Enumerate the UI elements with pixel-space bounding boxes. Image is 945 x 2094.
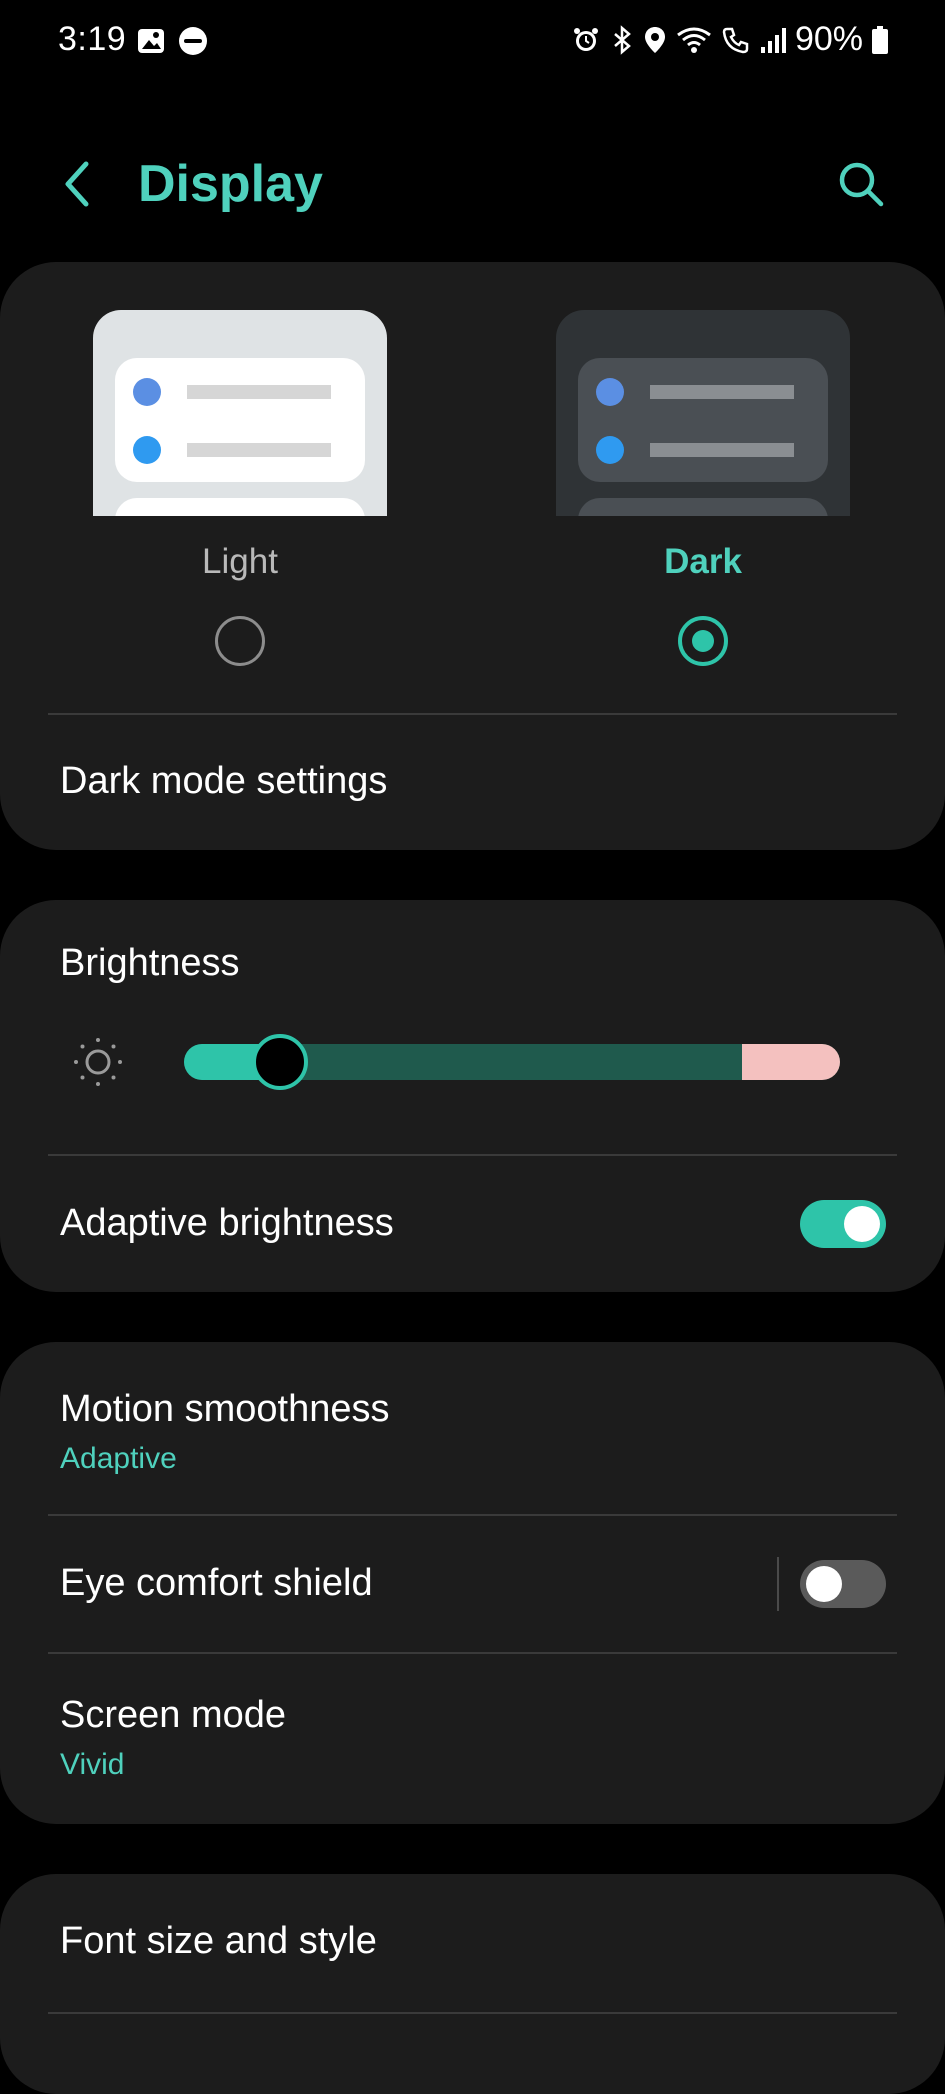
theme-label-light: Light: [202, 542, 278, 581]
alarm-icon: [573, 27, 598, 51]
preview-dot: [596, 436, 624, 464]
dark-mode-settings-row[interactable]: Dark mode settings: [0, 714, 945, 850]
brightness-slider-extra-segment: [742, 1044, 840, 1080]
brightness-title: Brightness: [60, 942, 240, 984]
font-card: Font size and style: [0, 1874, 945, 2094]
app-header: Display: [0, 140, 945, 230]
location-icon: [644, 26, 665, 53]
dark-theme-preview: [556, 310, 850, 516]
eye-comfort-shield-label: Eye comfort shield: [60, 1562, 373, 1604]
motion-smoothness-label: Motion smoothness: [60, 1388, 390, 1430]
eye-comfort-shield-row[interactable]: Eye comfort shield: [0, 1516, 945, 1652]
light-theme-preview: [93, 310, 387, 516]
radio-light[interactable]: [215, 616, 265, 666]
preview-bar: [650, 385, 794, 399]
signal-icon: [760, 27, 786, 53]
font-size-style-label: Font size and style: [60, 1920, 377, 1962]
theme-option-light[interactable]: Light: [93, 310, 387, 670]
preview-list-card: [115, 358, 365, 482]
adaptive-brightness-row[interactable]: Adaptive brightness: [0, 1156, 945, 1292]
vertical-separator: [777, 1557, 779, 1611]
chevron-left-icon: [65, 161, 89, 207]
brightness-slider[interactable]: [184, 1034, 840, 1090]
screen-mode-label: Screen mode: [60, 1694, 287, 1736]
font-size-style-row[interactable]: Font size and style: [0, 1874, 945, 2012]
status-left-icons: [136, 26, 210, 60]
dark-mode-settings-label: Dark mode settings: [60, 760, 388, 802]
wifi-icon: [677, 27, 711, 53]
battery-icon: [872, 25, 888, 54]
status-bar: 3:19 90%: [0, 0, 945, 84]
motion-smoothness-row[interactable]: Motion smoothness Adaptive: [0, 1342, 945, 1514]
radio-dark[interactable]: [678, 616, 728, 666]
brightness-slider-thumb[interactable]: [251, 1034, 308, 1090]
back-button[interactable]: [56, 156, 100, 212]
eye-comfort-shield-toggle[interactable]: [800, 1560, 886, 1608]
adaptive-brightness-toggle[interactable]: [800, 1200, 886, 1248]
status-time: 3:19: [58, 20, 127, 58]
wifi-call-icon: [722, 27, 749, 53]
radio-selected-dot: [692, 630, 714, 652]
preview-bar: [187, 443, 331, 457]
motion-smoothness-value: Adaptive: [60, 1442, 177, 1475]
screen-mode-value: Vivid: [60, 1748, 125, 1781]
preview-dot: [133, 436, 161, 464]
theme-option-dark[interactable]: Dark: [556, 310, 850, 670]
do-not-disturb-icon: [179, 27, 207, 55]
page-title: Display: [138, 155, 323, 213]
sun-icon: [74, 1038, 122, 1086]
search-button[interactable]: [833, 156, 889, 212]
theme-card: Light Dark Dark mode settings: [0, 262, 945, 850]
status-right: 90%: [571, 20, 889, 59]
preview-dot: [133, 378, 161, 406]
theme-label-dark: Dark: [664, 542, 742, 581]
bluetooth-icon: [614, 24, 631, 55]
preview-peek-card: [578, 498, 828, 516]
battery-percent: 90%: [794, 20, 863, 58]
preview-peek-card: [115, 498, 365, 516]
toggle-knob: [806, 1566, 842, 1602]
preview-list-card: [578, 358, 828, 482]
screen-mode-row[interactable]: Screen mode Vivid: [0, 1654, 945, 1824]
divider: [48, 2012, 897, 2014]
display-options-card: Motion smoothness Adaptive Eye comfort s…: [0, 1342, 945, 1824]
toggle-knob: [844, 1206, 880, 1242]
preview-bar: [187, 385, 331, 399]
search-icon: [839, 162, 884, 207]
brightness-card: Brightness Adaptive brightness: [0, 900, 945, 1292]
adaptive-brightness-label: Adaptive brightness: [60, 1202, 394, 1244]
preview-dot: [596, 378, 624, 406]
gallery-icon: [138, 29, 164, 53]
preview-bar: [650, 443, 794, 457]
